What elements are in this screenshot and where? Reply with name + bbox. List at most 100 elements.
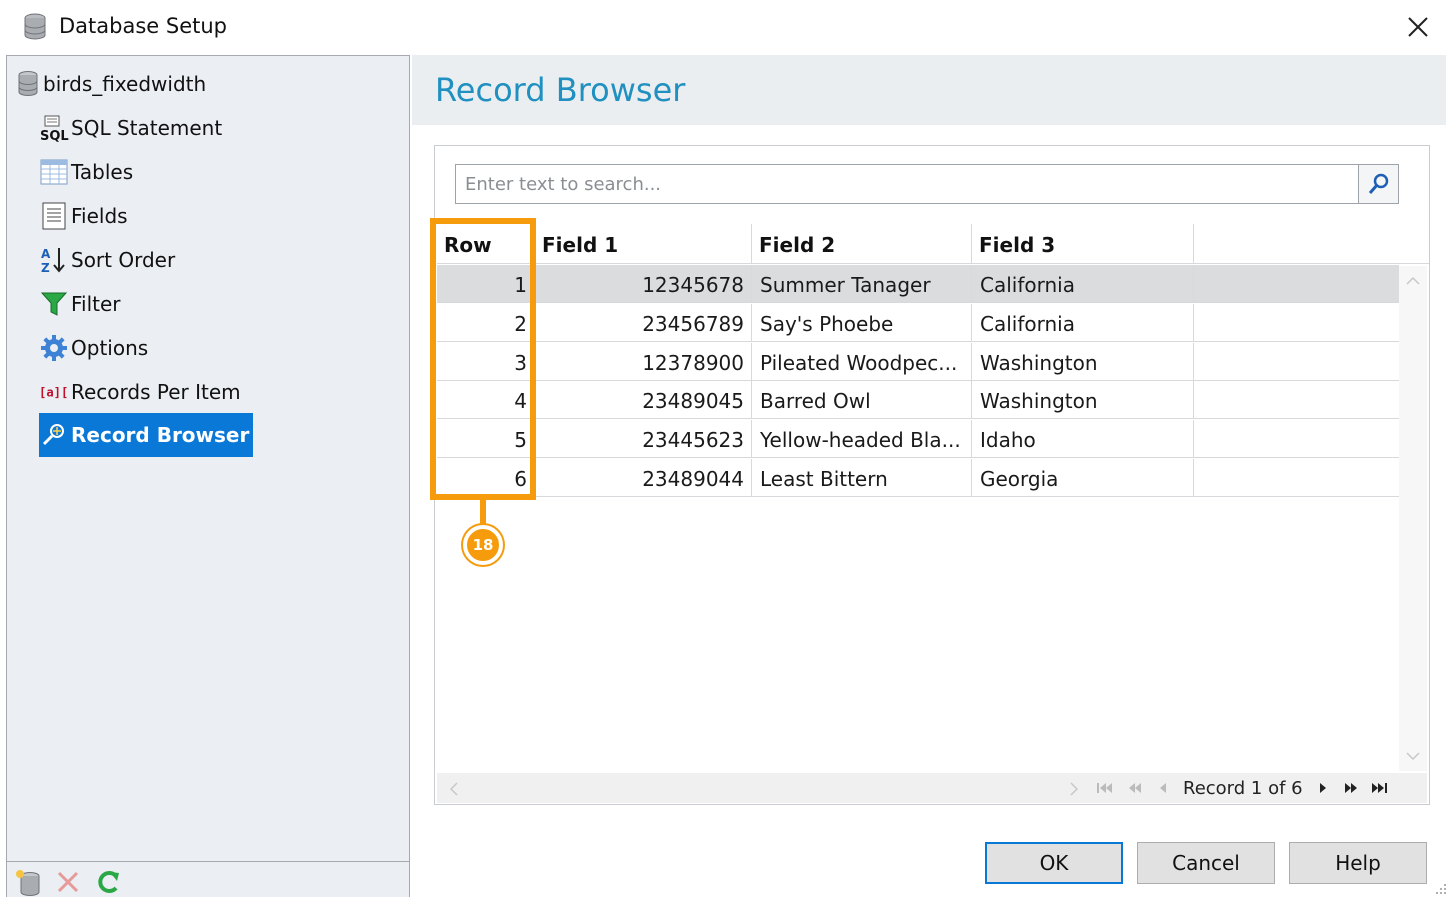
callout-number: 18 [472,536,494,554]
previous-record-button[interactable] [1151,776,1175,800]
record-navigator: Record 1 of 6 [1087,773,1427,803]
tree-item-tables[interactable]: Tables [39,156,137,188]
tree-item-label: Records Per Item [71,380,241,404]
tree-item-records-per-item[interactable]: [a][b] Records Per Item [39,376,245,408]
row-number-cell: 4 [437,381,535,419]
delete-icon [57,871,79,893]
scroll-left-icon [449,782,458,796]
record-position-text: Record 1 of 6 [1183,777,1303,799]
field-1-cell: 23456789 [535,304,752,342]
row-number-cell: 5 [437,420,535,458]
table-row[interactable]: 5 23445623 Yellow-headed Bla... Idaho [437,420,1399,458]
field-3-cell: California [972,265,1194,303]
first-record-button[interactable] [1093,776,1117,800]
search-box [455,164,1399,204]
help-button[interactable]: Help [1289,842,1427,884]
tree-item-fields[interactable]: Fields [39,200,132,232]
table-row[interactable]: 1 12345678 Summer Tanager California [437,265,1399,303]
table-icon [39,157,69,187]
table-row[interactable]: 4 23489045 Barred Owl Washington [437,381,1399,419]
next-icon [1319,783,1326,793]
svg-text:SQL: SQL [40,129,69,142]
field-1-cell: 23489045 [535,381,752,419]
row-number-cell: 3 [437,343,535,381]
tree-root-birds-fixedwidth[interactable]: birds_fixedwidth [15,68,206,100]
refresh-button[interactable] [91,866,125,897]
page-header: Record Browser [412,55,1446,125]
tree-item-label: Record Browser [71,423,250,447]
tree-item-record-browser[interactable]: Record Browser [39,413,254,457]
tree-item-label: Filter [71,292,121,316]
add-database-button[interactable] [11,866,45,897]
last-icon [1371,783,1387,793]
svg-text:[a][b]: [a][b] [39,386,69,400]
first-icon [1097,783,1112,793]
next-record-button[interactable] [1311,776,1335,800]
field-2-cell: Pileated Woodpec... [752,343,972,381]
close-icon [1408,17,1428,37]
column-header-field-2[interactable]: Field 2 [752,224,972,264]
field-1-cell: 23489044 [535,459,752,497]
page-title: Record Browser [435,71,686,109]
field-1-cell: 12345678 [535,265,752,303]
table-row[interactable]: 2 23456789 Say's Phoebe California [437,304,1399,342]
scroll-up-icon [1406,276,1420,285]
filter-icon [39,289,69,319]
panel-toolbar [7,861,409,897]
add-database-icon [16,870,40,896]
search-icon [1368,173,1388,194]
database-icon [22,13,48,41]
ok-button[interactable]: OK [985,842,1123,884]
tree-item-options[interactable]: Options [39,332,152,364]
scroll-down-icon [1406,752,1420,761]
title-bar: Database Setup [0,0,1451,55]
tree-item-sql-statement[interactable]: SQL SQL Statement [39,112,226,144]
gear-icon [39,333,69,363]
field-3-cell: Idaho [972,420,1194,458]
tree-item-label: SQL Statement [71,116,223,140]
sort-icon: A Z [39,245,69,275]
column-header-row[interactable]: Row [437,224,535,264]
field-3-cell: Washington [972,381,1194,419]
field-2-cell: Yellow-headed Bla... [752,420,972,458]
field-3-cell: Washington [972,343,1194,381]
tree-item-filter[interactable]: Filter [39,288,125,320]
field-2-cell: Barred Owl [752,381,972,419]
column-header-field-3[interactable]: Field 3 [972,224,1194,264]
row-number-cell: 1 [437,265,535,303]
fast-forward-icon [1344,783,1357,793]
table-row[interactable]: 6 23489044 Least Bittern Georgia [437,459,1399,497]
field-2-cell: Summer Tanager [752,265,972,303]
row-number-cell: 2 [437,304,535,342]
delete-button[interactable] [51,866,85,897]
cancel-button[interactable]: Cancel [1137,842,1275,884]
tree-root-label: birds_fixedwidth [43,72,207,96]
database-icon [15,69,41,99]
tree-item-label: Tables [71,160,134,184]
column-header-field-1[interactable]: Field 1 [535,224,752,264]
last-record-button[interactable] [1367,776,1391,800]
previous-icon [1160,783,1166,793]
close-button[interactable] [1398,8,1438,46]
grid-header: Row Field 1 Field 2 Field 3 [437,224,1429,264]
resize-grip-icon[interactable] [1432,880,1448,896]
callout-number-badge: 18 [463,525,503,565]
next-page-button[interactable] [1339,776,1363,800]
record-browser-panel: Row Field 1 Field 2 Field 3 1 12345678 S… [434,145,1430,805]
tree-item-sort-order[interactable]: A Z Sort Order [39,244,179,276]
search-input[interactable] [456,165,1376,203]
previous-page-button[interactable] [1123,776,1147,800]
vertical-scrollbar[interactable] [1399,266,1427,771]
search-button[interactable] [1358,165,1398,203]
fields-icon [39,201,69,231]
navigation-panel: birds_fixedwidth SQL SQL Statement Table… [6,55,410,897]
table-row[interactable]: 3 12378900 Pileated Woodpec... Washingto… [437,343,1399,381]
row-number-cell: 6 [437,459,535,497]
record-browser-icon [39,420,69,450]
tree-item-label: Sort Order [71,248,176,272]
rewind-icon [1129,783,1141,793]
svg-text:A: A [41,247,51,261]
horizontal-scrollbar[interactable] [437,773,1087,803]
field-3-cell: California [972,304,1194,342]
scroll-right-icon [1070,782,1079,796]
